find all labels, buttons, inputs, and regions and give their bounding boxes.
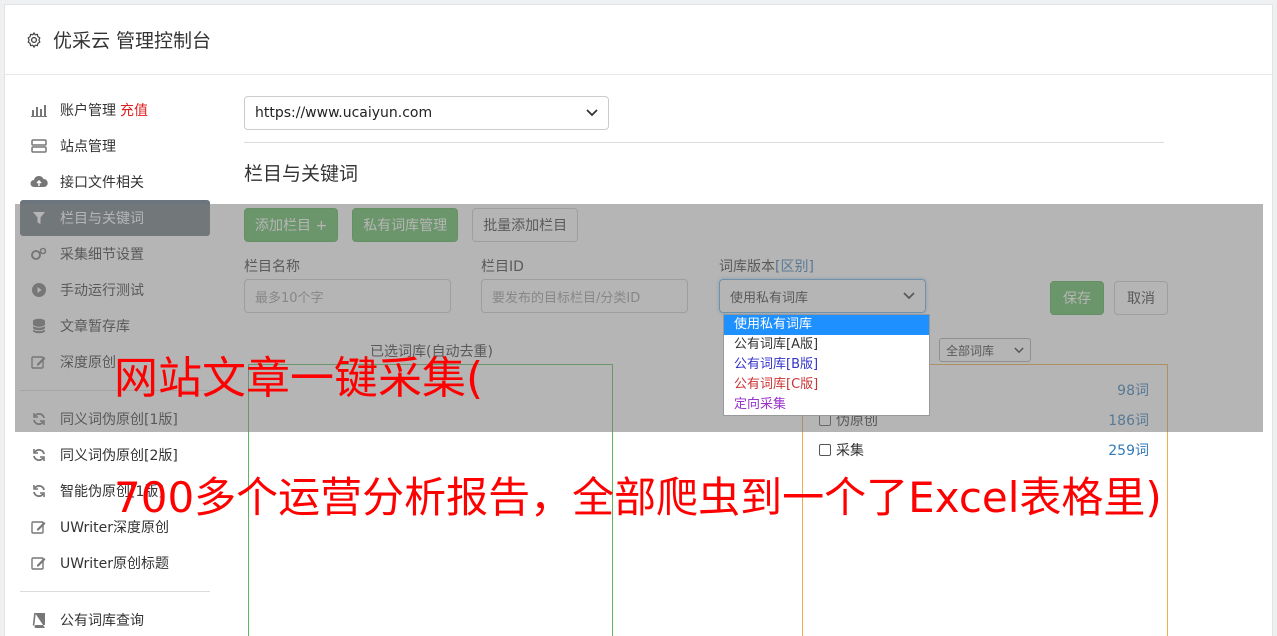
sidebar-item-label: 站点管理 bbox=[60, 139, 116, 155]
list-item[interactable]: 采集 259词 bbox=[819, 439, 1149, 461]
chevron-down-icon bbox=[903, 292, 915, 300]
sidebar-item-label: 同义词伪原创[1版] bbox=[60, 412, 178, 428]
sidebar-item-label: 栏目与关键词 bbox=[60, 211, 144, 227]
sidebar-item-label: 账户管理 bbox=[60, 103, 116, 119]
sidebar-item-label: UWriter原创标题 bbox=[60, 556, 169, 572]
action-buttons: 添加栏目 + 私有词库管理 批量添加栏目 bbox=[244, 208, 1164, 242]
column-id-label: 栏目ID bbox=[481, 259, 524, 275]
dropdown-option-directed[interactable]: 定向采集 bbox=[724, 395, 929, 415]
column-id-group: 栏目ID 要发布的目标栏目/分类ID bbox=[481, 258, 719, 313]
column-name-group: 栏目名称 最多10个字 bbox=[244, 258, 481, 313]
main-content: https://www.ucaiyun.com 栏目与关键词 添加栏目 + 私有… bbox=[244, 96, 1168, 636]
lib-version-value: 使用私有词库 bbox=[730, 290, 809, 306]
cogs-icon bbox=[30, 246, 48, 262]
lib-filter-value: 全部词库 bbox=[946, 343, 995, 358]
app-header: 优采云 管理控制台 bbox=[5, 5, 1272, 75]
sidebar-item-public-lib[interactable]: 公有词库查询 bbox=[20, 602, 210, 636]
checkbox[interactable] bbox=[819, 444, 831, 456]
sidebar-item-label: 文章暂存库 bbox=[60, 319, 130, 335]
batch-add-button[interactable]: 批量添加栏目 bbox=[472, 208, 579, 242]
sidebar-item-label: 深度原创 bbox=[60, 355, 116, 371]
sidebar-item-sites[interactable]: 站点管理 bbox=[20, 128, 210, 164]
sidebar-item-manual-run[interactable]: 手动运行测试 bbox=[20, 272, 210, 308]
lib-count: 259词 bbox=[1108, 443, 1149, 459]
book-icon bbox=[30, 612, 48, 628]
dropdown-option-public-b[interactable]: 公有词库[B版] bbox=[724, 355, 929, 375]
refresh-icon bbox=[30, 483, 48, 499]
private-lib-button[interactable]: 私有词库管理 bbox=[352, 208, 459, 242]
sidebar-item-collect-settings[interactable]: 采集细节设置 bbox=[20, 236, 210, 272]
lib-version-group: 词库版本[区别] 使用私有词库 bbox=[719, 258, 959, 313]
edit-icon bbox=[30, 354, 48, 370]
chevron-down-icon bbox=[586, 109, 598, 117]
lib-name: 采集 bbox=[836, 443, 864, 459]
gear-icon bbox=[27, 31, 41, 48]
lib-filter-select[interactable]: 全部词库 bbox=[939, 338, 1031, 362]
sidebar-item-columns-keywords[interactable]: 栏目与关键词 bbox=[20, 200, 210, 236]
lib-version-text: 词库版本 bbox=[719, 259, 775, 275]
lib-checkbox-group: 采集 bbox=[819, 440, 864, 460]
lib-count: 186词 bbox=[1108, 413, 1149, 429]
column-name-input[interactable]: 最多10个字 bbox=[244, 279, 451, 313]
sidebar-item-account[interactable]: 账户管理 充值 bbox=[20, 92, 210, 128]
sidebar-item-interface-files[interactable]: 接口文件相关 bbox=[20, 164, 210, 200]
sidebar-divider bbox=[20, 591, 210, 592]
lib-version-select[interactable]: 使用私有词库 bbox=[719, 279, 926, 313]
sidebar-item-synonym-v1[interactable]: 同义词伪原创[1版] bbox=[20, 401, 210, 437]
edit-icon bbox=[30, 519, 48, 535]
app-title: 优采云 管理控制台 bbox=[53, 30, 212, 52]
refresh-icon bbox=[30, 411, 48, 427]
column-id-input[interactable]: 要发布的目标栏目/分类ID bbox=[481, 279, 688, 313]
save-button[interactable]: 保存 bbox=[1050, 281, 1104, 315]
cloud-upload-icon bbox=[30, 174, 48, 190]
banner-text-line2: 700多个运营分析报告，全部爬虫到一个了Excel表格里) bbox=[114, 473, 1162, 522]
filter-icon bbox=[30, 210, 48, 226]
divider bbox=[244, 142, 1164, 143]
lib-version-label: 词库版本[区别] bbox=[719, 258, 959, 276]
sidebar-item-label: 公有词库查询 bbox=[60, 613, 144, 629]
section-title: 栏目与关键词 bbox=[244, 163, 359, 185]
add-column-button[interactable]: 添加栏目 + bbox=[244, 208, 339, 242]
server-icon bbox=[30, 138, 48, 154]
chevron-down-icon bbox=[1014, 346, 1024, 353]
edit-icon bbox=[30, 555, 48, 571]
sidebar-item-uwriter-title[interactable]: UWriter原创标题 bbox=[20, 545, 210, 581]
refresh-icon bbox=[30, 447, 48, 463]
dropdown-option-public-c[interactable]: 公有词库[C版] bbox=[724, 375, 929, 395]
cancel-button[interactable]: 取消 bbox=[1114, 281, 1168, 315]
diff-link[interactable]: [区别] bbox=[775, 259, 814, 275]
column-name-label: 栏目名称 bbox=[244, 259, 300, 275]
sidebar-item-article-storage[interactable]: 文章暂存库 bbox=[20, 308, 210, 344]
bar-chart-icon bbox=[30, 102, 48, 118]
sidebar-item-label: 同义词伪原创[2版] bbox=[60, 448, 178, 464]
recharge-link[interactable]: 充值 bbox=[120, 100, 148, 120]
lib-version-dropdown: 使用私有词库 公有词库[A版] 公有词库[B版] 公有词库[C版] 定向采集 bbox=[723, 314, 930, 416]
column-form: 栏目名称 最多10个字 栏目ID 要发布的目标栏目/分类ID 词库版本[区别] … bbox=[244, 258, 1164, 313]
banner-text-line1: 网站文章一键采集( bbox=[114, 353, 484, 404]
sidebar-item-label: 手动运行测试 bbox=[60, 283, 144, 299]
dropdown-option-public-a[interactable]: 公有词库[A版] bbox=[724, 335, 929, 355]
site-select-value: https://www.ucaiyun.com bbox=[255, 105, 433, 121]
play-circle-icon bbox=[30, 282, 48, 298]
dropdown-option-private[interactable]: 使用私有词库 bbox=[724, 315, 929, 335]
lib-count: 98词 bbox=[1117, 383, 1149, 399]
sidebar-item-label: 接口文件相关 bbox=[60, 175, 144, 191]
database-icon bbox=[30, 318, 48, 334]
sidebar-item-label: 采集细节设置 bbox=[60, 247, 144, 263]
site-select[interactable]: https://www.ucaiyun.com bbox=[244, 96, 609, 130]
